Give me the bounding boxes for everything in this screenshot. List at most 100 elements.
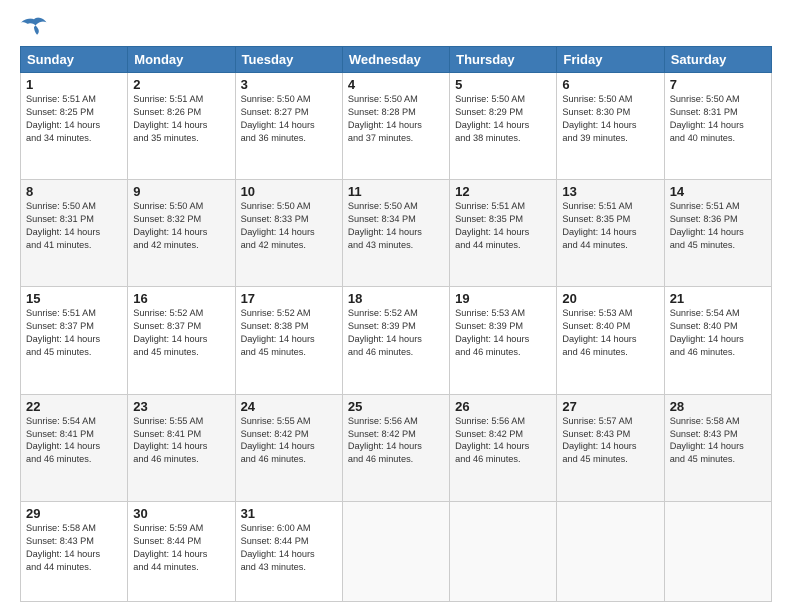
day-number: 22 [26,399,122,414]
table-row: 10Sunrise: 5:50 AM Sunset: 8:33 PM Dayli… [235,180,342,287]
cell-content: Sunrise: 6:00 AM Sunset: 8:44 PM Dayligh… [241,522,337,574]
day-number: 23 [133,399,229,414]
cell-content: Sunrise: 5:56 AM Sunset: 8:42 PM Dayligh… [348,415,444,467]
table-row: 7Sunrise: 5:50 AM Sunset: 8:31 PM Daylig… [664,73,771,180]
day-number: 20 [562,291,658,306]
cell-content: Sunrise: 5:50 AM Sunset: 8:28 PM Dayligh… [348,93,444,145]
day-number: 25 [348,399,444,414]
table-row: 25Sunrise: 5:56 AM Sunset: 8:42 PM Dayli… [342,394,449,501]
table-row: 3Sunrise: 5:50 AM Sunset: 8:27 PM Daylig… [235,73,342,180]
page: Sunday Monday Tuesday Wednesday Thursday… [0,0,792,612]
table-row: 16Sunrise: 5:52 AM Sunset: 8:37 PM Dayli… [128,287,235,394]
cell-content: Sunrise: 5:50 AM Sunset: 8:30 PM Dayligh… [562,93,658,145]
day-number: 16 [133,291,229,306]
table-row: 13Sunrise: 5:51 AM Sunset: 8:35 PM Dayli… [557,180,664,287]
cell-content: Sunrise: 5:51 AM Sunset: 8:26 PM Dayligh… [133,93,229,145]
day-number: 8 [26,184,122,199]
day-number: 27 [562,399,658,414]
table-row: 11Sunrise: 5:50 AM Sunset: 8:34 PM Dayli… [342,180,449,287]
day-number: 29 [26,506,122,521]
table-row: 26Sunrise: 5:56 AM Sunset: 8:42 PM Dayli… [450,394,557,501]
day-number: 13 [562,184,658,199]
cell-content: Sunrise: 5:52 AM Sunset: 8:39 PM Dayligh… [348,307,444,359]
cell-content: Sunrise: 5:52 AM Sunset: 8:38 PM Dayligh… [241,307,337,359]
table-row: 23Sunrise: 5:55 AM Sunset: 8:41 PM Dayli… [128,394,235,501]
table-row: 5Sunrise: 5:50 AM Sunset: 8:29 PM Daylig… [450,73,557,180]
col-sunday: Sunday [21,47,128,73]
day-number: 31 [241,506,337,521]
table-row: 24Sunrise: 5:55 AM Sunset: 8:42 PM Dayli… [235,394,342,501]
day-number: 10 [241,184,337,199]
day-number: 7 [670,77,766,92]
col-saturday: Saturday [664,47,771,73]
day-number: 3 [241,77,337,92]
table-row: 17Sunrise: 5:52 AM Sunset: 8:38 PM Dayli… [235,287,342,394]
day-number: 19 [455,291,551,306]
cell-content: Sunrise: 5:57 AM Sunset: 8:43 PM Dayligh… [562,415,658,467]
cell-content: Sunrise: 5:51 AM Sunset: 8:35 PM Dayligh… [562,200,658,252]
day-number: 2 [133,77,229,92]
logo-bird-icon [20,16,48,38]
cell-content: Sunrise: 5:58 AM Sunset: 8:43 PM Dayligh… [670,415,766,467]
table-row [342,501,449,601]
day-number: 26 [455,399,551,414]
cell-content: Sunrise: 5:50 AM Sunset: 8:31 PM Dayligh… [670,93,766,145]
table-row [450,501,557,601]
day-number: 30 [133,506,229,521]
table-row: 21Sunrise: 5:54 AM Sunset: 8:40 PM Dayli… [664,287,771,394]
cell-content: Sunrise: 5:50 AM Sunset: 8:32 PM Dayligh… [133,200,229,252]
calendar-header-row: Sunday Monday Tuesday Wednesday Thursday… [21,47,772,73]
day-number: 9 [133,184,229,199]
table-row: 30Sunrise: 5:59 AM Sunset: 8:44 PM Dayli… [128,501,235,601]
cell-content: Sunrise: 5:50 AM Sunset: 8:34 PM Dayligh… [348,200,444,252]
cell-content: Sunrise: 5:53 AM Sunset: 8:40 PM Dayligh… [562,307,658,359]
table-row: 8Sunrise: 5:50 AM Sunset: 8:31 PM Daylig… [21,180,128,287]
cell-content: Sunrise: 5:55 AM Sunset: 8:42 PM Dayligh… [241,415,337,467]
table-row: 14Sunrise: 5:51 AM Sunset: 8:36 PM Dayli… [664,180,771,287]
day-number: 6 [562,77,658,92]
table-row [557,501,664,601]
day-number: 15 [26,291,122,306]
cell-content: Sunrise: 5:51 AM Sunset: 8:25 PM Dayligh… [26,93,122,145]
day-number: 5 [455,77,551,92]
day-number: 12 [455,184,551,199]
day-number: 21 [670,291,766,306]
cell-content: Sunrise: 5:58 AM Sunset: 8:43 PM Dayligh… [26,522,122,574]
cell-content: Sunrise: 5:52 AM Sunset: 8:37 PM Dayligh… [133,307,229,359]
table-row: 20Sunrise: 5:53 AM Sunset: 8:40 PM Dayli… [557,287,664,394]
day-number: 17 [241,291,337,306]
table-row: 1Sunrise: 5:51 AM Sunset: 8:25 PM Daylig… [21,73,128,180]
table-row: 28Sunrise: 5:58 AM Sunset: 8:43 PM Dayli… [664,394,771,501]
col-wednesday: Wednesday [342,47,449,73]
cell-content: Sunrise: 5:51 AM Sunset: 8:37 PM Dayligh… [26,307,122,359]
day-number: 1 [26,77,122,92]
table-row: 29Sunrise: 5:58 AM Sunset: 8:43 PM Dayli… [21,501,128,601]
day-number: 4 [348,77,444,92]
cell-content: Sunrise: 5:50 AM Sunset: 8:29 PM Dayligh… [455,93,551,145]
cell-content: Sunrise: 5:55 AM Sunset: 8:41 PM Dayligh… [133,415,229,467]
cell-content: Sunrise: 5:51 AM Sunset: 8:35 PM Dayligh… [455,200,551,252]
table-row: 27Sunrise: 5:57 AM Sunset: 8:43 PM Dayli… [557,394,664,501]
table-row: 6Sunrise: 5:50 AM Sunset: 8:30 PM Daylig… [557,73,664,180]
header [20,16,772,38]
table-row: 19Sunrise: 5:53 AM Sunset: 8:39 PM Dayli… [450,287,557,394]
cell-content: Sunrise: 5:50 AM Sunset: 8:31 PM Dayligh… [26,200,122,252]
table-row: 4Sunrise: 5:50 AM Sunset: 8:28 PM Daylig… [342,73,449,180]
table-row: 15Sunrise: 5:51 AM Sunset: 8:37 PM Dayli… [21,287,128,394]
table-row: 22Sunrise: 5:54 AM Sunset: 8:41 PM Dayli… [21,394,128,501]
table-row: 18Sunrise: 5:52 AM Sunset: 8:39 PM Dayli… [342,287,449,394]
table-row: 9Sunrise: 5:50 AM Sunset: 8:32 PM Daylig… [128,180,235,287]
day-number: 28 [670,399,766,414]
logo [20,16,52,38]
day-number: 18 [348,291,444,306]
table-row: 2Sunrise: 5:51 AM Sunset: 8:26 PM Daylig… [128,73,235,180]
calendar-table: Sunday Monday Tuesday Wednesday Thursday… [20,46,772,602]
table-row [664,501,771,601]
cell-content: Sunrise: 5:56 AM Sunset: 8:42 PM Dayligh… [455,415,551,467]
day-number: 24 [241,399,337,414]
cell-content: Sunrise: 5:54 AM Sunset: 8:41 PM Dayligh… [26,415,122,467]
table-row: 31Sunrise: 6:00 AM Sunset: 8:44 PM Dayli… [235,501,342,601]
cell-content: Sunrise: 5:50 AM Sunset: 8:27 PM Dayligh… [241,93,337,145]
col-thursday: Thursday [450,47,557,73]
col-tuesday: Tuesday [235,47,342,73]
